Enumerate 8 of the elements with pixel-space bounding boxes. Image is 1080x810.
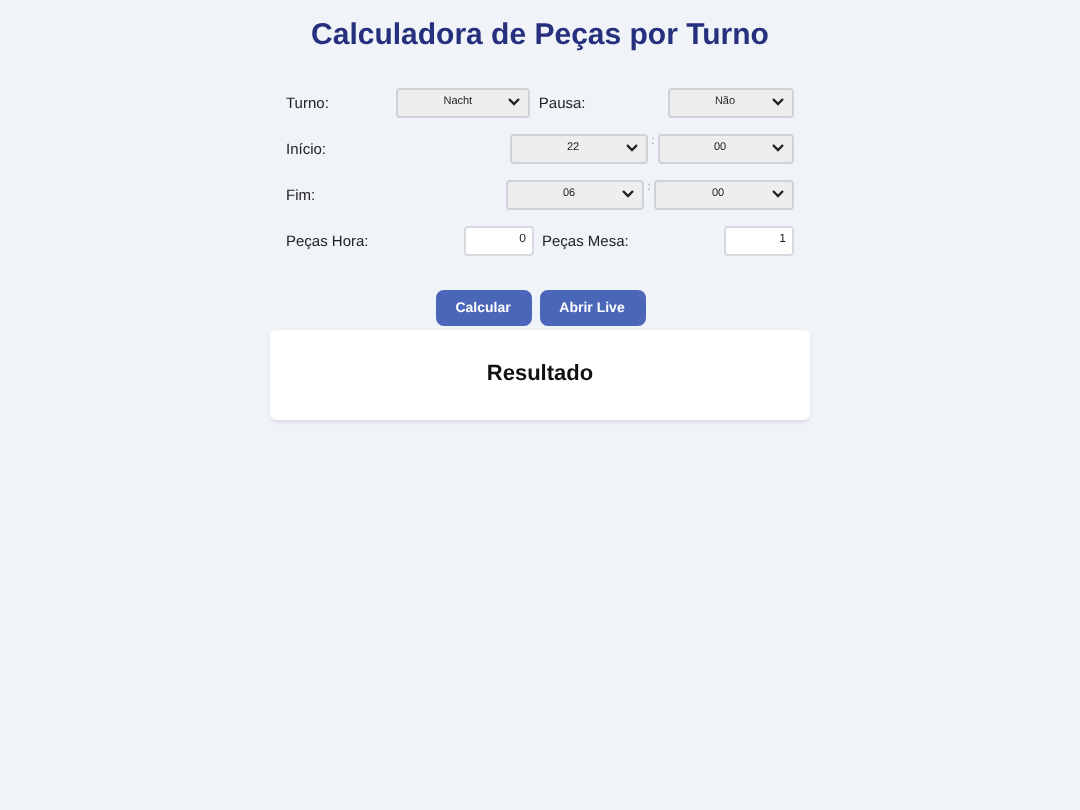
caret-icon <box>772 98 784 106</box>
page-title: Calculadora de Peças por Turno <box>311 18 769 56</box>
result-title: Resultado <box>486 362 594 390</box>
caret-icon <box>626 144 638 152</box>
caret-icon <box>772 144 784 152</box>
caret-icon <box>622 190 634 198</box>
caret-icon <box>508 98 521 106</box>
caret-icon <box>772 190 784 198</box>
